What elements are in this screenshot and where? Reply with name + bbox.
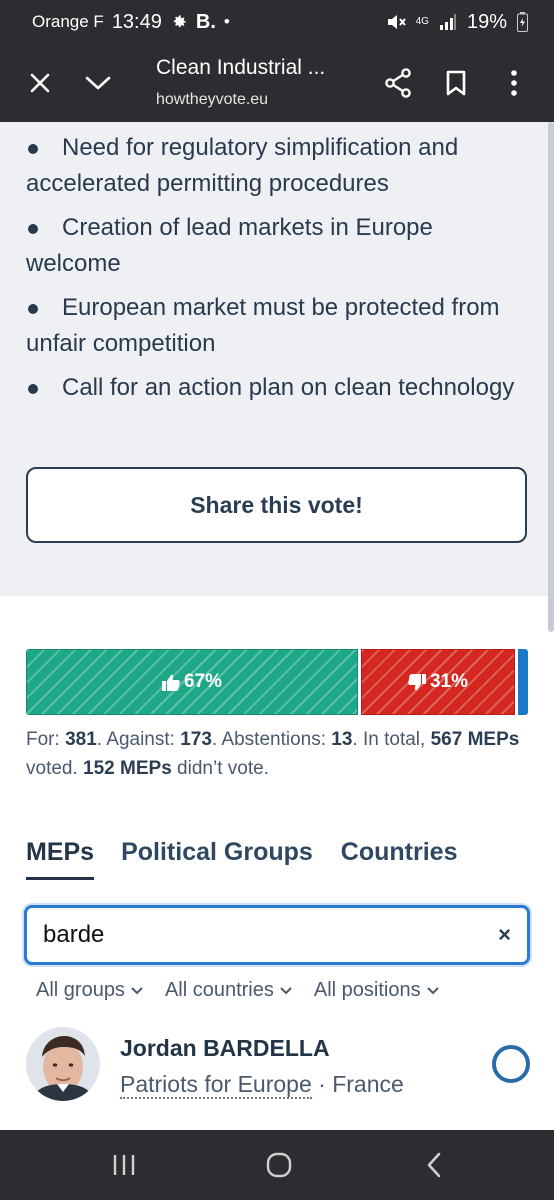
filter-countries-dropdown[interactable]: All countries bbox=[165, 979, 292, 1002]
bookmark-button[interactable] bbox=[436, 63, 476, 103]
total-label: . In total, bbox=[352, 729, 431, 750]
voted-label: MEPs bbox=[467, 729, 520, 750]
share-vote-button[interactable]: Share this vote! bbox=[26, 467, 527, 543]
page-content: Need for regulatory simplification and a… bbox=[0, 122, 554, 1130]
against-label: . Against: bbox=[96, 729, 181, 750]
page-url: howtheyvote.eu bbox=[156, 91, 269, 108]
mep-country: France bbox=[332, 1071, 404, 1097]
share-page-button[interactable] bbox=[378, 63, 418, 103]
summary-item: European market must be protected from u… bbox=[26, 290, 528, 362]
clear-search-icon[interactable]: × bbox=[498, 922, 511, 948]
mep-name[interactable]: Jordan BARDELLA bbox=[120, 1035, 330, 1062]
abstentions-count: 13 bbox=[331, 729, 353, 750]
mep-details: Patriots for Europe · France bbox=[120, 1071, 404, 1099]
thumbs-up-icon bbox=[161, 674, 180, 691]
minimize-button[interactable] bbox=[78, 63, 118, 103]
for-count: 381 bbox=[65, 729, 97, 750]
mep-search-box: × bbox=[24, 905, 530, 965]
mep-avatar bbox=[26, 1027, 100, 1101]
app-badge: B. bbox=[195, 10, 216, 33]
bullet-icon bbox=[28, 144, 38, 154]
tab-countries[interactable]: Countries bbox=[341, 838, 458, 880]
scrollbar-thumb[interactable] bbox=[548, 122, 554, 632]
chevron-down-icon bbox=[280, 986, 292, 994]
bullet-icon bbox=[28, 304, 38, 314]
more-menu-button[interactable] bbox=[494, 63, 534, 103]
home-icon bbox=[266, 1152, 292, 1178]
filter-bar: All groups All countries All positions bbox=[36, 979, 439, 1002]
network-type: 4G bbox=[415, 16, 429, 27]
close-icon bbox=[30, 73, 50, 93]
signal-icon bbox=[439, 14, 457, 30]
browser-toolbar: Clean Industrial ... howtheyvote.eu bbox=[0, 44, 554, 122]
summary-item-text: Need for regulatory simplification and a… bbox=[26, 134, 459, 197]
chevron-down-icon bbox=[131, 986, 143, 994]
back-icon bbox=[427, 1152, 441, 1178]
vote-abstain-segment bbox=[518, 649, 528, 715]
mep-group-link[interactable]: Patriots for Europe bbox=[120, 1071, 312, 1099]
summary-list: Need for regulatory simplification and a… bbox=[26, 130, 528, 406]
nonvote-suffix: didn’t vote. bbox=[171, 758, 269, 779]
clock: 13:49 bbox=[111, 10, 162, 33]
close-tab-button[interactable] bbox=[20, 63, 60, 103]
mute-icon bbox=[386, 13, 406, 31]
mep-search-input[interactable] bbox=[43, 921, 463, 949]
bullet-icon bbox=[28, 224, 38, 234]
summary-item-text: Creation of lead markets in Europe welco… bbox=[26, 214, 433, 277]
summary-item-text: Call for an action plan on clean technol… bbox=[62, 374, 515, 401]
abstentions-label: . Abstentions: bbox=[211, 729, 332, 750]
back-button[interactable] bbox=[414, 1147, 454, 1183]
thumbs-down-icon bbox=[408, 673, 426, 690]
summary-item: Call for an action plan on clean technol… bbox=[26, 370, 528, 406]
tab-meps[interactable]: MEPs bbox=[26, 838, 95, 880]
battery-icon bbox=[517, 12, 528, 32]
battery-percent: 19% bbox=[466, 10, 507, 33]
voted-suffix: voted. bbox=[26, 758, 84, 779]
vote-against-segment: 31% bbox=[361, 649, 515, 715]
filter-positions-dropdown[interactable]: All positions bbox=[314, 979, 439, 1002]
bullet-icon bbox=[28, 384, 38, 394]
filter-countries-label: All countries bbox=[164, 979, 274, 1001]
filter-positions-label: All positions bbox=[313, 979, 421, 1001]
status-bar: Orange F 13:49 B. • 4G 19% bbox=[0, 0, 554, 44]
bookmark-icon bbox=[446, 70, 466, 96]
vote-summary: Need for regulatory simplification and a… bbox=[0, 122, 554, 596]
chevron-down-icon bbox=[85, 76, 111, 90]
chevron-down-icon bbox=[426, 986, 439, 994]
home-button[interactable] bbox=[259, 1147, 299, 1183]
mep-list-item: Jordan BARDELLA Patriots for Europe · Fr… bbox=[26, 1025, 530, 1105]
filter-groups-dropdown[interactable]: All groups bbox=[36, 979, 143, 1002]
vote-for-percent: 67% bbox=[183, 671, 223, 692]
tab-political-groups[interactable]: Political Groups bbox=[121, 838, 313, 880]
vote-for-segment: 67% bbox=[26, 649, 358, 715]
mep-position-indicator bbox=[492, 1045, 530, 1083]
separator: · bbox=[311, 1071, 333, 1097]
page-title: Clean Industrial ... bbox=[156, 56, 326, 79]
total-count: 567 bbox=[430, 729, 463, 750]
summary-item: Need for regulatory simplification and a… bbox=[26, 130, 528, 202]
summary-item: Creation of lead markets in Europe welco… bbox=[26, 210, 528, 282]
notification-dot: • bbox=[223, 12, 230, 31]
settings-icon bbox=[170, 13, 188, 31]
recent-apps-icon bbox=[113, 1155, 135, 1175]
against-count: 173 bbox=[180, 729, 212, 750]
recent-apps-button[interactable] bbox=[104, 1147, 144, 1183]
system-navigation-bar bbox=[0, 1130, 554, 1200]
vote-statistics: For: 381. Against: 173. Abstentions: 13.… bbox=[26, 725, 526, 783]
status-right: 4G 19% bbox=[386, 11, 528, 34]
filter-groups-label: All groups bbox=[36, 979, 125, 1001]
result-tabs: MEPs Political Groups Countries bbox=[26, 838, 457, 880]
summary-item-text: European market must be protected from u… bbox=[26, 294, 500, 357]
nonvote-count: 152 MEPs bbox=[83, 758, 172, 779]
vote-result-bar: 67% 31% bbox=[26, 649, 528, 715]
for-label: For: bbox=[26, 729, 66, 750]
carrier-label: Orange F bbox=[32, 12, 104, 31]
more-vertical-icon bbox=[511, 70, 517, 96]
vote-against-percent: 31% bbox=[429, 671, 469, 692]
share-icon bbox=[385, 68, 411, 98]
status-left: Orange F 13:49 B. • bbox=[32, 11, 230, 34]
